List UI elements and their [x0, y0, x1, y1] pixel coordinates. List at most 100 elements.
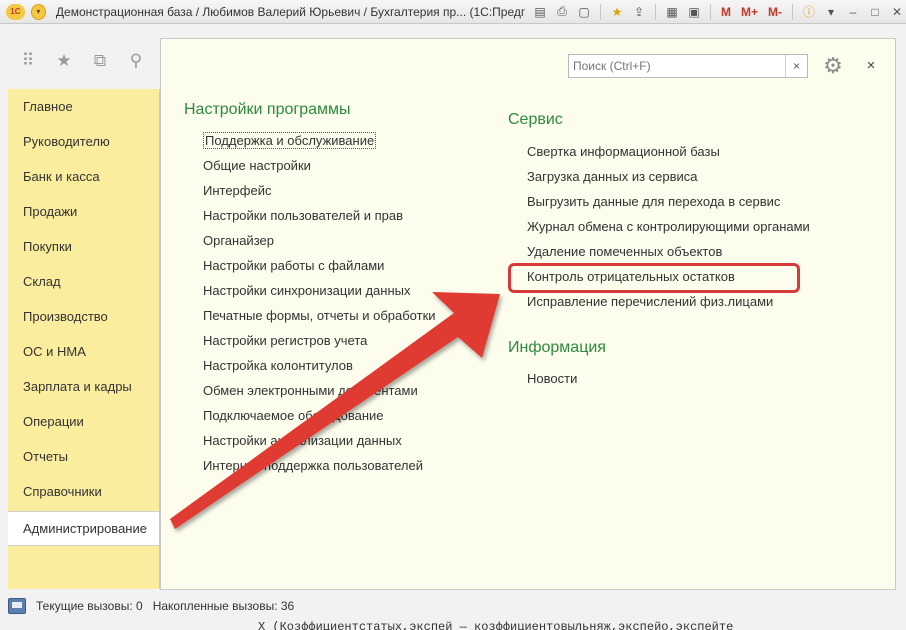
- nav-link[interactable]: Общие настройки: [203, 153, 436, 178]
- nav-link[interactable]: Настройки регистров учета: [203, 328, 436, 353]
- memory-plus-button[interactable]: M+: [738, 5, 761, 19]
- search-clear-icon[interactable]: ×: [785, 55, 807, 77]
- nav-link-label: Настройки актуализации данных: [203, 433, 402, 448]
- service-links: Свертка информационной базы Загрузка данн…: [527, 139, 810, 314]
- nav-link[interactable]: Настройка колонтитулов: [203, 353, 436, 378]
- close-window-icon[interactable]: ✕: [888, 3, 906, 21]
- print-icon[interactable]: ⎙: [553, 3, 571, 21]
- nav-link[interactable]: Органайзер: [203, 228, 436, 253]
- accumulated-calls-text: Накопленные вызовы: 36: [152, 599, 295, 613]
- toolbar-divider: [600, 3, 601, 20]
- section-item[interactable]: Главное: [8, 89, 159, 124]
- minimize-icon[interactable]: –: [844, 3, 862, 21]
- toolbar-divider: [792, 3, 794, 20]
- nav-link-label: Загрузка данных из сервиса: [527, 169, 698, 184]
- sections-panel: Главное Руководителю Банк и касса Продажи По…: [8, 89, 160, 589]
- nav-link-label: Свертка информационной базы: [527, 144, 720, 159]
- memory-minus-button[interactable]: M-: [765, 5, 785, 19]
- search-icon[interactable]: ⚲: [126, 51, 146, 71]
- apps-grid-icon[interactable]: ⠿: [18, 51, 38, 71]
- close-icon[interactable]: ×: [861, 55, 881, 75]
- settings-links: Поддержка и обслуживание Общие настройки И…: [203, 128, 436, 478]
- section-item[interactable]: Покупки: [8, 229, 159, 264]
- left-toolbar: ⠿ ★ ⧉ ⚲: [8, 36, 160, 86]
- nav-link[interactable]: Настройки пользователей и прав: [203, 203, 436, 228]
- preview-icon[interactable]: ▢: [575, 3, 593, 21]
- nav-link[interactable]: Настройки работы с файлами: [203, 253, 436, 278]
- monitor-icon[interactable]: [8, 598, 26, 614]
- search-box: ×: [568, 54, 808, 78]
- nav-link-label: Интернет-поддержка пользователей: [203, 458, 423, 473]
- section-item[interactable]: Отчеты: [8, 439, 159, 474]
- info-group-title: Информация: [508, 339, 606, 356]
- nav-link-label: Выгрузить данные для перехода в сервис: [527, 194, 781, 209]
- nav-link[interactable]: Печатные формы, отчеты и обработки: [203, 303, 436, 328]
- status-bar: Текущие вызовы: 0 Накопленные вызовы: 36: [8, 594, 896, 618]
- section-item[interactable]: Склад: [8, 264, 159, 299]
- nav-link[interactable]: Журнал обмена с контролирующими органами: [527, 214, 810, 239]
- nav-link-label: Настройки работы с файлами: [203, 258, 385, 273]
- nav-link-label: Удаление помеченных объектов: [527, 244, 723, 259]
- service-group-title: Сервис: [508, 111, 563, 128]
- main-menu-icon[interactable]: ▾: [30, 3, 46, 20]
- favorite-icon[interactable]: ★: [608, 3, 626, 21]
- section-item[interactable]: Продажи: [8, 194, 159, 229]
- nav-link-label: Интерфейс: [203, 183, 272, 198]
- nav-link[interactable]: Подключаемое оборудование: [203, 403, 436, 428]
- main-panel: × ⚙ × Настройки программы Поддержка и об…: [160, 38, 896, 590]
- info-links: Новости: [527, 366, 577, 391]
- search-input[interactable]: [569, 56, 785, 76]
- toolbar-divider: [710, 3, 711, 20]
- maximize-icon[interactable]: □: [866, 3, 884, 21]
- nav-link-label: Поддержка и обслуживание: [203, 132, 377, 149]
- section-item[interactable]: Руководителю: [8, 124, 159, 159]
- nav-link-label: Контроль отрицательных остатков: [527, 269, 735, 284]
- nav-link[interactable]: Поддержка и обслуживание: [203, 128, 436, 153]
- toolbar-divider: [655, 3, 656, 20]
- star-icon[interactable]: ★: [54, 51, 74, 71]
- dropdown-icon[interactable]: ▾: [822, 3, 840, 21]
- section-item[interactable]: Справочники: [8, 474, 159, 509]
- nav-link[interactable]: Загрузка данных из сервиса: [527, 164, 810, 189]
- section-item[interactable]: ОС и НМА: [8, 334, 159, 369]
- nav-link-label: Общие настройки: [203, 158, 311, 173]
- window-title: Демонстрационная база / Любимов Валерий …: [55, 4, 525, 19]
- nav-link[interactable]: Интерфейс: [203, 178, 436, 203]
- nav-link-label: Настройки пользователей и прав: [203, 208, 404, 223]
- section-item[interactable]: Банк и касса: [8, 159, 159, 194]
- section-item[interactable]: Зарплата и кадры: [8, 369, 159, 404]
- nav-link[interactable]: Свертка информационной базы: [527, 139, 810, 164]
- nav-link[interactable]: Настройки актуализации данных: [203, 428, 436, 453]
- nav-link[interactable]: Удаление помеченных объектов: [527, 239, 810, 264]
- settings-group-title: Настройки программы: [184, 101, 351, 118]
- background-window-text: Х (Козффициентстатых,экспей — козффициен…: [258, 620, 734, 630]
- nav-link[interactable]: Контроль отрицательных остатков: [527, 264, 810, 289]
- nav-link-label: Печатные формы, отчеты и обработки: [203, 308, 436, 323]
- gear-icon[interactable]: ⚙: [819, 53, 847, 79]
- memory-button[interactable]: M: [718, 5, 734, 19]
- link-icon[interactable]: ⇪: [630, 3, 648, 21]
- save-icon[interactable]: ▤: [531, 3, 549, 21]
- section-item[interactable]: Операции: [8, 404, 159, 439]
- current-calls-text: Текущие вызовы: 0: [36, 599, 143, 613]
- nav-link[interactable]: Исправление перечислений физ.лицами: [527, 289, 810, 314]
- section-item[interactable]: Производство: [8, 299, 159, 334]
- nav-link-label: Новости: [527, 371, 578, 386]
- nav-link[interactable]: Настройки синхронизации данных: [203, 278, 436, 303]
- section-item[interactable]: Администрирование: [8, 511, 159, 546]
- nav-link[interactable]: Обмен электронными документами: [203, 378, 436, 403]
- nav-link[interactable]: Выгрузить данные для перехода в сервис: [527, 189, 810, 214]
- app-logo-icon[interactable]: 1С: [6, 3, 25, 20]
- calendar-icon[interactable]: ▣: [685, 3, 703, 21]
- nav-link[interactable]: Интернет-поддержка пользователей: [203, 453, 436, 478]
- title-bar: 1С ▾ Демонстрационная база / Любимов Вал…: [0, 0, 906, 24]
- nav-link-label: Подключаемое оборудование: [203, 408, 384, 423]
- calculator-icon[interactable]: ▦: [663, 3, 681, 21]
- nav-link[interactable]: Новости: [527, 366, 577, 391]
- info-icon[interactable]: ⓘ: [800, 3, 818, 21]
- nav-link-label: Настройка колонтитулов: [203, 358, 353, 373]
- history-icon[interactable]: ⧉: [90, 51, 110, 71]
- nav-link-label: Журнал обмена с контролирующими органами: [527, 219, 810, 234]
- nav-link-label: Обмен электронными документами: [203, 383, 418, 398]
- nav-link-label: Исправление перечислений физ.лицами: [527, 294, 774, 309]
